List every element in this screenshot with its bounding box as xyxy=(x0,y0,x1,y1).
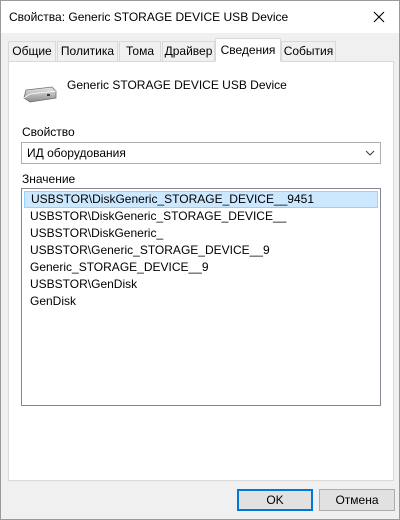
property-select-value: ИД оборудования xyxy=(27,146,126,160)
list-item[interactable]: USBSTOR\DiskGeneric_STORAGE_DEVICE__9451 xyxy=(24,191,378,208)
cancel-button[interactable]: Отмена xyxy=(319,489,395,511)
list-item[interactable]: Generic_STORAGE_DEVICE__9 xyxy=(24,259,378,276)
close-button[interactable] xyxy=(359,1,399,33)
ok-button[interactable]: OK xyxy=(237,489,313,511)
list-item[interactable]: USBSTOR\GenDisk xyxy=(24,276,378,293)
title-bar[interactable]: Свойства: Generic STORAGE DEVICE USB Dev… xyxy=(1,1,399,33)
list-item[interactable]: GenDisk xyxy=(24,293,378,310)
properties-dialog: Свойства: Generic STORAGE DEVICE USB Dev… xyxy=(0,0,400,520)
usb-drive-icon xyxy=(23,86,57,103)
device-name: Generic STORAGE DEVICE USB Device xyxy=(67,78,287,92)
property-select[interactable]: ИД оборудования xyxy=(21,142,381,164)
window-title: Свойства: Generic STORAGE DEVICE USB Dev… xyxy=(9,10,289,24)
property-label: Свойство xyxy=(22,125,75,139)
tab-general[interactable]: Общие xyxy=(8,41,56,61)
value-label: Значение xyxy=(22,172,76,186)
tab-driver[interactable]: Драйвер xyxy=(162,41,215,61)
chevron-down-icon xyxy=(365,150,375,156)
list-item[interactable]: USBSTOR\DiskGeneric_ xyxy=(24,225,378,242)
tab-policy[interactable]: Политика xyxy=(57,41,118,61)
value-listbox[interactable]: USBSTOR\DiskGeneric_STORAGE_DEVICE__9451… xyxy=(21,188,381,406)
tab-events[interactable]: События xyxy=(281,41,336,61)
list-item[interactable]: USBSTOR\Generic_STORAGE_DEVICE__9 xyxy=(24,242,378,259)
list-item[interactable]: USBSTOR\DiskGeneric_STORAGE_DEVICE__ xyxy=(24,208,378,225)
details-panel: Generic STORAGE DEVICE USB Device Свойст… xyxy=(8,61,394,481)
tab-details[interactable]: Сведения xyxy=(215,38,281,62)
close-icon xyxy=(373,11,385,23)
tab-volumes[interactable]: Тома xyxy=(119,41,161,61)
tab-strip: Общие Политика Тома Драйвер Сведения Соб… xyxy=(8,38,394,62)
